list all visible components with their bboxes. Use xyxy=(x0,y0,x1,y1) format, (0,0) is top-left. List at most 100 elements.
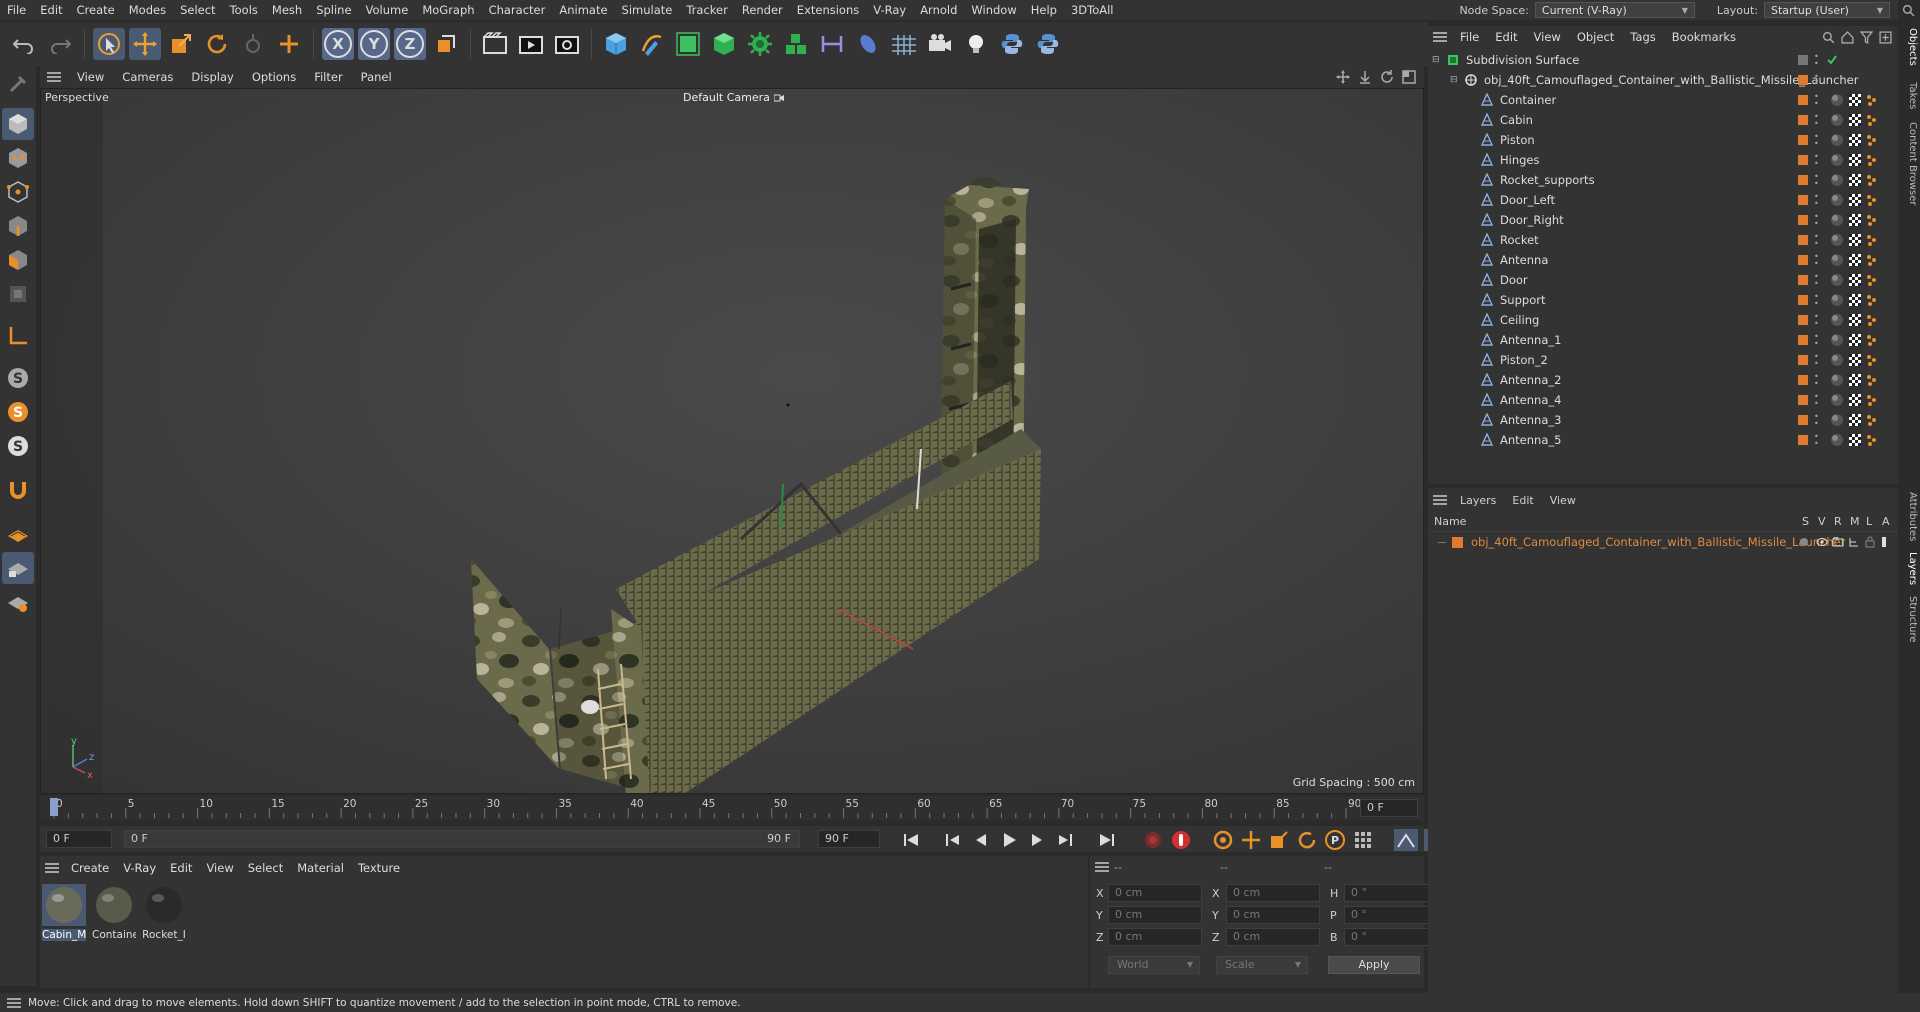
object-row-door-right[interactable]: Door_Right • • xyxy=(1428,210,1898,230)
selection-tag-icon[interactable] xyxy=(1866,294,1878,306)
uvw-tag-icon[interactable] xyxy=(1848,213,1862,227)
workplane-icon[interactable] xyxy=(2,518,34,550)
subdivision-generator-icon[interactable] xyxy=(672,28,704,60)
uvw-tag-icon[interactable] xyxy=(1848,233,1862,247)
uvw-tag-icon[interactable] xyxy=(1848,353,1862,367)
material-swatch-rocket[interactable]: Rocket_I xyxy=(142,884,186,941)
object-menu-bookmarks[interactable]: Bookmarks xyxy=(1664,30,1744,44)
layer-color-swatch[interactable] xyxy=(1798,115,1808,125)
object-name[interactable]: Piston_2 xyxy=(1500,353,1548,367)
object-row-piston[interactable]: Piston • • xyxy=(1428,130,1898,150)
layer-color-swatch[interactable] xyxy=(1798,55,1808,65)
object-row-rocket[interactable]: Rocket • • xyxy=(1428,230,1898,250)
menu-item-mograph[interactable]: MoGraph xyxy=(415,3,481,17)
tab-content-browser[interactable]: Content Browser xyxy=(1900,122,1918,205)
uv-mode-icon[interactable] xyxy=(2,278,34,310)
menu-item-3dtoall[interactable]: 3DToAll xyxy=(1064,3,1121,17)
selection-tag-icon[interactable] xyxy=(1866,154,1878,166)
selection-tag-icon[interactable] xyxy=(1866,94,1878,106)
light-icon[interactable] xyxy=(960,28,992,60)
object-menu-tags[interactable]: Tags xyxy=(1622,30,1663,44)
selection-tag-icon[interactable] xyxy=(1866,234,1878,246)
visibility-dots-icon[interactable]: • • xyxy=(1814,133,1819,148)
object-name[interactable]: Antenna_2 xyxy=(1500,373,1561,387)
pen-spline-icon[interactable] xyxy=(636,28,668,60)
viewport-menu-panel[interactable]: Panel xyxy=(352,70,401,84)
filter-icon[interactable] xyxy=(1860,30,1873,44)
hamburger-icon[interactable] xyxy=(0,997,28,1008)
object-name[interactable]: Piston xyxy=(1500,133,1535,147)
object-name[interactable]: Door_Left xyxy=(1500,193,1555,207)
animation-toggle[interactable] xyxy=(1882,537,1886,547)
visibility-dots-icon[interactable]: • • xyxy=(1814,53,1819,68)
selection-tag-icon[interactable] xyxy=(1866,374,1878,386)
render-settings-icon[interactable] xyxy=(551,28,583,60)
material-tag-icon[interactable] xyxy=(1830,233,1844,247)
rotate-tool-icon[interactable] xyxy=(201,28,233,60)
material-menu-edit[interactable]: Edit xyxy=(163,861,199,875)
selection-tag-icon[interactable] xyxy=(1866,434,1878,446)
zoom-view-icon[interactable] xyxy=(1358,70,1372,84)
object-name[interactable]: Antenna xyxy=(1500,253,1548,267)
deformer-icon[interactable] xyxy=(816,28,848,60)
tab-objects[interactable]: Objects xyxy=(1900,28,1918,66)
autokey-icon[interactable] xyxy=(1170,829,1192,851)
layer-color-swatch[interactable] xyxy=(1798,135,1808,145)
object-row-antenna-2[interactable]: Antenna_2 • • xyxy=(1428,370,1898,390)
material-tag-icon[interactable] xyxy=(1830,193,1844,207)
key-rotation-icon[interactable] xyxy=(1296,829,1318,851)
object-name[interactable]: Rocket xyxy=(1500,233,1539,247)
visibility-dots-icon[interactable]: • • xyxy=(1814,293,1819,308)
material-tag-icon[interactable] xyxy=(1830,173,1844,187)
object-name[interactable]: Antenna_3 xyxy=(1500,413,1561,427)
visibility-dots-icon[interactable]: • • xyxy=(1814,73,1819,88)
uvw-tag-icon[interactable] xyxy=(1848,93,1862,107)
material-tag-icon[interactable] xyxy=(1830,253,1844,267)
solo-toggle[interactable] xyxy=(1800,538,1808,546)
menu-item-mesh[interactable]: Mesh xyxy=(265,3,309,17)
menu-item-modes[interactable]: Modes xyxy=(122,3,173,17)
locked-workplane-icon[interactable] xyxy=(2,552,34,584)
object-row-door[interactable]: Door • • xyxy=(1428,270,1898,290)
selection-tag-icon[interactable] xyxy=(1866,254,1878,266)
object-row-ceiling[interactable]: Ceiling • • xyxy=(1428,310,1898,330)
layer-color-swatch[interactable] xyxy=(1798,355,1808,365)
layer-color-swatch[interactable] xyxy=(1798,155,1808,165)
object-row-door-left[interactable]: Door_Left • • xyxy=(1428,190,1898,210)
key-position-icon[interactable] xyxy=(1240,829,1262,851)
rotate-view-icon[interactable] xyxy=(1380,70,1394,84)
edges-mode-icon[interactable] xyxy=(2,210,34,242)
material-menu-view[interactable]: View xyxy=(199,861,240,875)
menu-item-create[interactable]: Create xyxy=(70,3,122,17)
position-x-input[interactable]: 0 cm xyxy=(1108,884,1202,902)
object-row-hinges[interactable]: Hinges • • xyxy=(1428,150,1898,170)
material-tag-icon[interactable] xyxy=(1830,413,1844,427)
floor-environment-icon[interactable] xyxy=(888,28,920,60)
search-icon[interactable] xyxy=(1902,4,1915,17)
visibility-dots-icon[interactable]: • • xyxy=(1814,153,1819,168)
visibility-dots-icon[interactable]: • • xyxy=(1814,233,1819,248)
selection-tag-icon[interactable] xyxy=(1866,354,1878,366)
object-name[interactable]: Cabin xyxy=(1500,113,1533,127)
select-pointer-icon[interactable] xyxy=(93,28,125,60)
pan-view-icon[interactable] xyxy=(1336,70,1350,84)
object-menu-edit[interactable]: Edit xyxy=(1487,30,1525,44)
layout-select[interactable]: Startup (User) ▼ xyxy=(1764,2,1890,18)
material-tag-icon[interactable] xyxy=(1830,133,1844,147)
uvw-tag-icon[interactable] xyxy=(1848,313,1862,327)
object-name[interactable]: Rocket_supports xyxy=(1500,173,1595,187)
transform-tool-icon[interactable] xyxy=(237,28,269,60)
visibility-eye-icon[interactable] xyxy=(1816,537,1828,547)
material-tag-icon[interactable] xyxy=(1830,113,1844,127)
viewport-menu-view[interactable]: View xyxy=(68,70,113,84)
selection-tag-icon[interactable] xyxy=(1866,414,1878,426)
visibility-dots-icon[interactable]: • • xyxy=(1814,193,1819,208)
object-row-antenna[interactable]: Antenna • • xyxy=(1428,250,1898,270)
material-tag-icon[interactable] xyxy=(1830,433,1844,447)
field-icon[interactable] xyxy=(852,28,884,60)
material-tag-icon[interactable] xyxy=(1830,153,1844,167)
play-icon[interactable] xyxy=(998,830,1020,850)
uvw-tag-icon[interactable] xyxy=(1848,113,1862,127)
viewport-menu-display[interactable]: Display xyxy=(182,70,242,84)
cloner-icon[interactable] xyxy=(744,28,776,60)
